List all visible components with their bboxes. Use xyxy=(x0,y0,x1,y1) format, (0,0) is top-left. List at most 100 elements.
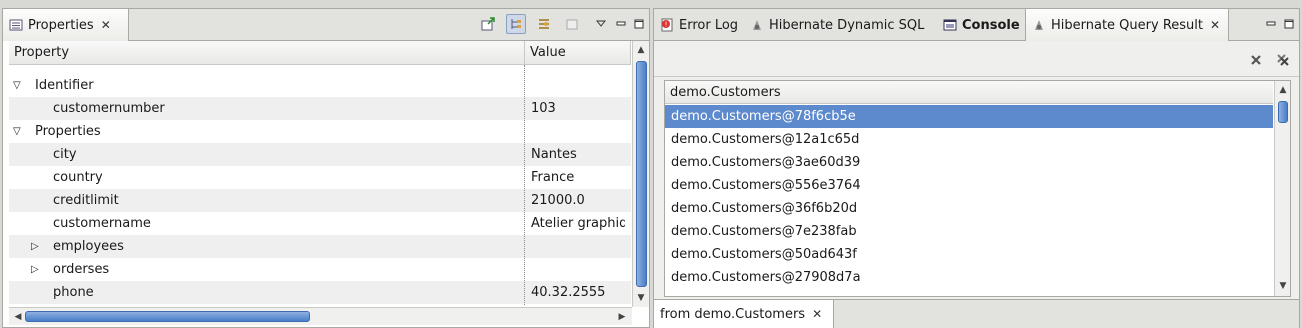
property-name-cell: creditlimit xyxy=(31,189,119,212)
property-name: orderses xyxy=(53,262,110,277)
tab-hibernate-dynamic-sql-label: Hibernate Dynamic SQL xyxy=(769,17,925,33)
scroll-down-icon[interactable]: ▼ xyxy=(1276,279,1290,293)
result-scroll-thumb[interactable] xyxy=(1278,101,1288,123)
hibernate-icon xyxy=(750,18,764,32)
property-name: city xyxy=(53,147,77,162)
view-menu-icon[interactable] xyxy=(591,14,611,34)
result-row[interactable]: demo.Customers@27908d7a xyxy=(665,266,1273,289)
result-column-header-label: demo.Customers xyxy=(670,84,781,100)
property-name: Identifier xyxy=(35,78,94,93)
result-column-header[interactable]: demo.Customers xyxy=(665,81,1273,104)
hibernate-icon xyxy=(1032,18,1046,32)
properties-view: Properties ✕ Property Value ▽ Identifier c… xyxy=(2,8,650,328)
property-value[interactable]: 21000.0 xyxy=(525,189,625,212)
property-name: phone xyxy=(53,285,94,300)
result-vertical-scrollbar[interactable]: ▲ ▼ xyxy=(1274,81,1290,296)
column-header-value[interactable]: Value xyxy=(525,41,631,65)
result-row[interactable]: demo.Customers@556e3764 xyxy=(665,174,1273,197)
show-categories-icon[interactable] xyxy=(506,14,526,34)
query-tab-bar: from demo.Customers ✕ xyxy=(654,299,1299,328)
maximize-icon[interactable] xyxy=(629,14,649,34)
property-name-cell: city xyxy=(31,143,77,166)
scroll-right-icon[interactable]: ▶ xyxy=(615,310,629,324)
property-row[interactable]: country France xyxy=(9,166,631,189)
column-header-value-label: Value xyxy=(530,45,566,60)
close-icon[interactable]: ✕ xyxy=(1210,18,1220,32)
property-row[interactable]: ▷ employees xyxy=(9,235,631,258)
result-row[interactable]: demo.Customers@36f6b20d xyxy=(665,197,1273,220)
result-row[interactable]: demo.Customers@50ad643f xyxy=(665,243,1273,266)
property-value[interactable]: Atelier graphique xyxy=(525,212,625,235)
result-toolbar xyxy=(654,41,1299,77)
tab-hibernate-query-result[interactable]: Hibernate Query Result ✕ xyxy=(1025,9,1229,41)
column-header-property[interactable]: Property xyxy=(9,41,525,65)
minimize-icon[interactable] xyxy=(1261,14,1281,34)
tab-console[interactable]: Console xyxy=(937,9,1025,41)
result-row[interactable]: demo.Customers@12a1c65d xyxy=(665,128,1273,151)
horizontal-scrollbar[interactable]: ◀ ▶ xyxy=(9,307,632,325)
property-name-cell: ▷ orderses xyxy=(31,258,109,281)
property-name-cell: ▽ Identifier xyxy=(13,74,94,97)
property-value[interactable] xyxy=(525,258,625,281)
pin-icon[interactable] xyxy=(478,14,498,34)
column-header-property-label: Property xyxy=(14,45,70,60)
vertical-scrollbar[interactable]: ▲ ▼ xyxy=(632,41,649,307)
svg-text:!: ! xyxy=(665,21,668,29)
property-row[interactable]: ▽ Properties xyxy=(9,120,631,143)
scroll-up-icon[interactable]: ▲ xyxy=(1276,83,1290,97)
property-row[interactable]: creditlimit 21000.0 xyxy=(9,189,631,212)
property-value[interactable]: France xyxy=(525,166,625,189)
close-icon[interactable]: ✕ xyxy=(101,18,111,32)
property-name: Properties xyxy=(35,124,101,139)
property-row[interactable]: ▷ orderses xyxy=(9,258,631,281)
close-icon[interactable]: ✕ xyxy=(812,307,822,321)
result-row[interactable]: demo.Customers@3ae60d39 xyxy=(665,151,1273,174)
maximize-icon[interactable] xyxy=(1279,14,1299,34)
scroll-thumb[interactable] xyxy=(636,61,647,287)
property-value[interactable] xyxy=(525,235,625,258)
property-row[interactable]: customername Atelier graphique xyxy=(9,212,631,235)
property-row[interactable]: ▽ Identifier xyxy=(9,74,631,97)
property-value[interactable]: 40.32.2555 xyxy=(525,281,625,304)
scroll-up-icon[interactable]: ▲ xyxy=(634,43,648,57)
tab-error-log[interactable]: ! Error Log xyxy=(654,9,744,41)
scroll-left-icon[interactable]: ◀ xyxy=(11,310,25,324)
minimize-icon[interactable] xyxy=(611,14,631,34)
error-log-icon: ! xyxy=(660,18,674,32)
show-advanced-icon[interactable] xyxy=(534,14,554,34)
property-row[interactable]: customernumber 103 xyxy=(9,97,631,120)
property-value[interactable] xyxy=(525,120,625,143)
property-name: customername xyxy=(53,216,151,231)
right-tab-bar: ! Error Log Hibernate Dynamic SQL Consol… xyxy=(654,9,1299,41)
result-row[interactable]: demo.Customers@7e238fab xyxy=(665,220,1273,243)
property-value[interactable]: 103 xyxy=(525,97,625,120)
property-name: employees xyxy=(53,239,124,254)
property-name: country xyxy=(53,170,103,185)
properties-icon xyxy=(9,18,23,32)
property-row[interactable]: phone 40.32.2555 xyxy=(9,281,631,304)
property-name-cell: country xyxy=(31,166,103,189)
tab-properties[interactable]: Properties ✕ xyxy=(3,9,129,41)
result-row[interactable]: demo.Customers@78f6cb5e xyxy=(665,105,1273,128)
tab-hibernate-dynamic-sql[interactable]: Hibernate Dynamic SQL xyxy=(744,9,937,41)
scroll-down-icon[interactable]: ▼ xyxy=(634,291,648,305)
collapsed-twisty-icon[interactable]: ▷ xyxy=(31,241,45,252)
property-name-cell: ▷ employees xyxy=(31,235,124,258)
expanded-twisty-icon[interactable]: ▽ xyxy=(13,126,27,137)
property-name-cell: customernumber xyxy=(31,97,165,120)
horizontal-scroll-thumb[interactable] xyxy=(25,311,310,322)
property-name: creditlimit xyxy=(53,193,119,208)
tab-query-label: from demo.Customers xyxy=(660,306,806,322)
tab-properties-label: Properties xyxy=(28,17,94,33)
tab-console-label: Console xyxy=(962,17,1020,33)
restore-default-icon[interactable] xyxy=(562,14,582,34)
tab-query[interactable]: from demo.Customers ✕ xyxy=(654,300,834,328)
remove-icon[interactable] xyxy=(1246,50,1266,70)
properties-tab-bar: Properties ✕ xyxy=(3,9,649,41)
property-value[interactable] xyxy=(525,74,625,97)
expanded-twisty-icon[interactable]: ▽ xyxy=(13,80,27,91)
collapsed-twisty-icon[interactable]: ▷ xyxy=(31,264,45,275)
property-row[interactable]: city Nantes xyxy=(9,143,631,166)
property-value[interactable]: Nantes xyxy=(525,143,625,166)
remove-all-icon[interactable] xyxy=(1273,50,1293,70)
